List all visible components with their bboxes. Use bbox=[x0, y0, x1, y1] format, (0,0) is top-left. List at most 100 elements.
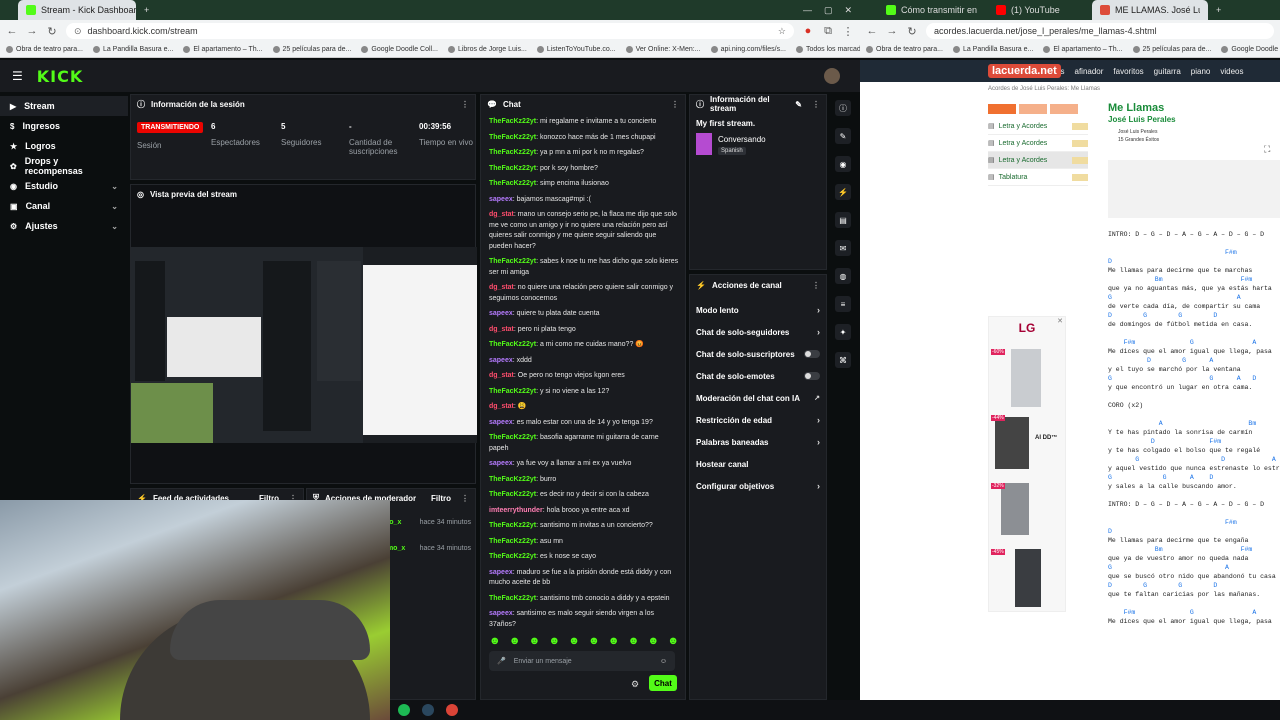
steam-icon[interactable] bbox=[422, 704, 434, 716]
channel-action-item[interactable]: Configurar objetivos › bbox=[690, 475, 826, 497]
menu-icon[interactable]: ⋮ bbox=[842, 25, 854, 38]
emote-icon[interactable]: ☻ bbox=[667, 635, 679, 647]
lacuerda-nav-item[interactable]: videos bbox=[1220, 67, 1243, 76]
channel-action-item[interactable]: Chat de solo-emotes bbox=[690, 365, 826, 387]
address-bar[interactable]: acordes.lacuerda.net/jose_l_perales/me_l… bbox=[926, 23, 1274, 39]
channel-action-item[interactable]: Palabras baneadas › bbox=[690, 431, 826, 453]
site-info-icon[interactable]: ⊙ bbox=[74, 26, 82, 37]
lacuerda-nav-item[interactable]: afinador bbox=[1075, 67, 1104, 76]
clipboard-icon[interactable]: ▤ bbox=[835, 212, 851, 228]
chat-input[interactable]: 🎤 Enviar un mensaje ☺ bbox=[489, 651, 675, 671]
version-item[interactable]: ▤ Letra y Acordes bbox=[988, 135, 1088, 152]
chat-username[interactable]: TheFacKz22yt bbox=[489, 553, 536, 560]
lacuerda-logo[interactable]: lacuerda.net bbox=[988, 64, 1061, 78]
bookmark-item[interactable]: La Pandilla Basura e... bbox=[92, 46, 173, 53]
toggle-switch[interactable] bbox=[804, 372, 820, 380]
bookmark-item[interactable]: Ver Online: X-Men:... bbox=[625, 46, 701, 53]
version-item[interactable]: ▤ Letra y Acordes bbox=[988, 152, 1088, 169]
chat-username[interactable]: sapeex bbox=[489, 357, 513, 364]
back-icon[interactable]: ← bbox=[6, 25, 18, 37]
edit-icon[interactable]: ✎ bbox=[835, 128, 851, 144]
chat-username[interactable]: sapeex bbox=[489, 310, 513, 317]
chat-username[interactable]: TheFacKz22yt bbox=[489, 595, 536, 602]
filter-tab-active[interactable] bbox=[988, 104, 1016, 114]
expand-icon[interactable]: ⛶ bbox=[1264, 144, 1270, 155]
emoji-icon[interactable]: ☺ bbox=[660, 658, 667, 665]
channel-action-item[interactable]: Chat de solo-suscriptores bbox=[690, 343, 826, 365]
chat-username[interactable]: sapeex bbox=[489, 569, 513, 576]
bookmark-item[interactable]: El apartamento – Th... bbox=[183, 46, 263, 53]
chat-username[interactable]: TheFacKz22yt bbox=[489, 258, 536, 265]
wrench-icon[interactable]: ✦ bbox=[835, 324, 851, 340]
emote-icon[interactable]: ☻ bbox=[548, 635, 560, 647]
minimize-icon[interactable]: — bbox=[803, 5, 812, 15]
chat-username[interactable]: TheFacKz22yt bbox=[489, 149, 536, 156]
chat-username[interactable]: TheFacKz22yt bbox=[489, 491, 536, 498]
channel-action-item[interactable]: Hostear canal bbox=[690, 453, 826, 475]
maximize-icon[interactable]: ▢ bbox=[824, 5, 833, 16]
chat-username[interactable]: dg_stat bbox=[489, 326, 514, 333]
version-item[interactable]: ▤ Tablatura bbox=[988, 169, 1088, 186]
emote-icon[interactable]: ☻ bbox=[568, 635, 580, 647]
forward-icon[interactable]: → bbox=[26, 25, 38, 37]
chat-username[interactable]: TheFacKz22yt bbox=[489, 165, 536, 172]
bookmark-item[interactable]: La Pandilla Basura e... bbox=[952, 46, 1033, 53]
lacuerda-nav-item[interactable]: favoritos bbox=[1113, 67, 1143, 76]
chat-username[interactable]: sapeex bbox=[489, 460, 513, 467]
hamburger-menu-icon[interactable]: ☰ bbox=[12, 69, 23, 83]
bookmark-item[interactable]: Google Doodle Coll... bbox=[1221, 46, 1280, 53]
emote-icon[interactable]: ☻ bbox=[608, 635, 620, 647]
bookmark-item[interactable]: ListenToYouTube.co... bbox=[536, 46, 616, 53]
forward-icon[interactable]: → bbox=[886, 25, 898, 37]
filter-tab[interactable] bbox=[1019, 104, 1047, 114]
window-controls[interactable]: — ▢ ✕ bbox=[795, 0, 860, 20]
chat-messages[interactable]: TheFacKz22yt: mi regalame e invitame a t… bbox=[489, 117, 685, 627]
chat-username[interactable]: dg_stat bbox=[489, 372, 514, 379]
bookmark-item[interactable]: Obra de teatro para... bbox=[866, 46, 943, 53]
bookmark-item[interactable]: 25 películas para de... bbox=[272, 46, 351, 53]
chat-settings-icon[interactable]: ⚙ bbox=[631, 679, 639, 690]
tab-me-llamas[interactable]: ME LLAMAS. José Luis Perales bbox=[1092, 0, 1208, 20]
edit-icon[interactable]: ✎ bbox=[795, 100, 802, 109]
more-options-icon[interactable]: ⋮ bbox=[461, 494, 469, 503]
broadcast-icon[interactable]: ◍ bbox=[835, 268, 851, 284]
reload-icon[interactable]: ↻ bbox=[46, 25, 58, 38]
sidebar-item-canal[interactable]: ▣ Canal ⌄ bbox=[0, 196, 128, 216]
tab-kick-guide[interactable]: Cómo transmitir en Kick: la gu... bbox=[878, 0, 988, 20]
channel-action-item[interactable]: Restricción de edad › bbox=[690, 409, 826, 431]
chat-username[interactable]: dg_stat bbox=[489, 403, 514, 410]
more-options-icon[interactable]: ⋮ bbox=[812, 281, 820, 290]
chat-username[interactable]: dg_stat bbox=[489, 284, 514, 291]
sidebar-item-estudio[interactable]: ◉ Estudio ⌄ bbox=[0, 176, 128, 196]
close-icon[interactable]: ✕ bbox=[844, 5, 852, 16]
emote-icon[interactable]: ☻ bbox=[489, 635, 501, 647]
bookmark-item[interactable]: Todos los marcadores bbox=[795, 46, 860, 53]
chat-username[interactable]: sapeex bbox=[489, 196, 513, 203]
camera-icon[interactable]: ◉ bbox=[835, 156, 851, 172]
more-options-icon[interactable]: ⋮ bbox=[671, 100, 679, 109]
toggle-switch[interactable] bbox=[804, 350, 820, 358]
chat-username[interactable]: TheFacKz22yt bbox=[489, 180, 536, 187]
chat-username[interactable]: TheFacKz22yt bbox=[489, 522, 536, 529]
address-bar[interactable]: ⊙ dashboard.kick.com/stream ☆ bbox=[66, 23, 794, 39]
more-options-icon[interactable]: ⋮ bbox=[461, 100, 469, 109]
bookmark-item[interactable]: Google Doodle Coll... bbox=[361, 46, 438, 53]
record-icon[interactable]: ● bbox=[802, 25, 814, 37]
emote-icon[interactable]: ☻ bbox=[588, 635, 600, 647]
chat-username[interactable]: TheFacKz22yt bbox=[489, 134, 536, 141]
sidebar-item-drops-y-recompensas[interactable]: ✿ Drops y recompensas bbox=[0, 156, 128, 176]
bolt-icon[interactable]: ⚡ bbox=[835, 184, 851, 200]
chat-username[interactable]: sapeex bbox=[489, 419, 513, 426]
bookmark-item[interactable]: 25 películas para de... bbox=[1132, 46, 1211, 53]
sidebar-item-ingresos[interactable]: $ Ingresos bbox=[0, 116, 128, 136]
info-icon[interactable]: ⓘ bbox=[835, 100, 851, 116]
bookmark-item[interactable]: api.ning.com/files/s... bbox=[710, 46, 786, 53]
chat-username[interactable]: TheFacKz22yt bbox=[489, 118, 536, 125]
extensions-icon[interactable]: ⧉ bbox=[822, 25, 834, 38]
version-item[interactable]: ▤ Letra y Acordes bbox=[988, 118, 1088, 135]
avatar[interactable] bbox=[824, 68, 840, 84]
tab-youtube[interactable]: (1) YouTube bbox=[988, 0, 1092, 20]
emote-icon[interactable]: ☻ bbox=[509, 635, 521, 647]
channel-action-item[interactable]: Chat de solo-seguidores › bbox=[690, 321, 826, 343]
bookmark-item[interactable]: El apartamento – Th... bbox=[1043, 46, 1123, 53]
